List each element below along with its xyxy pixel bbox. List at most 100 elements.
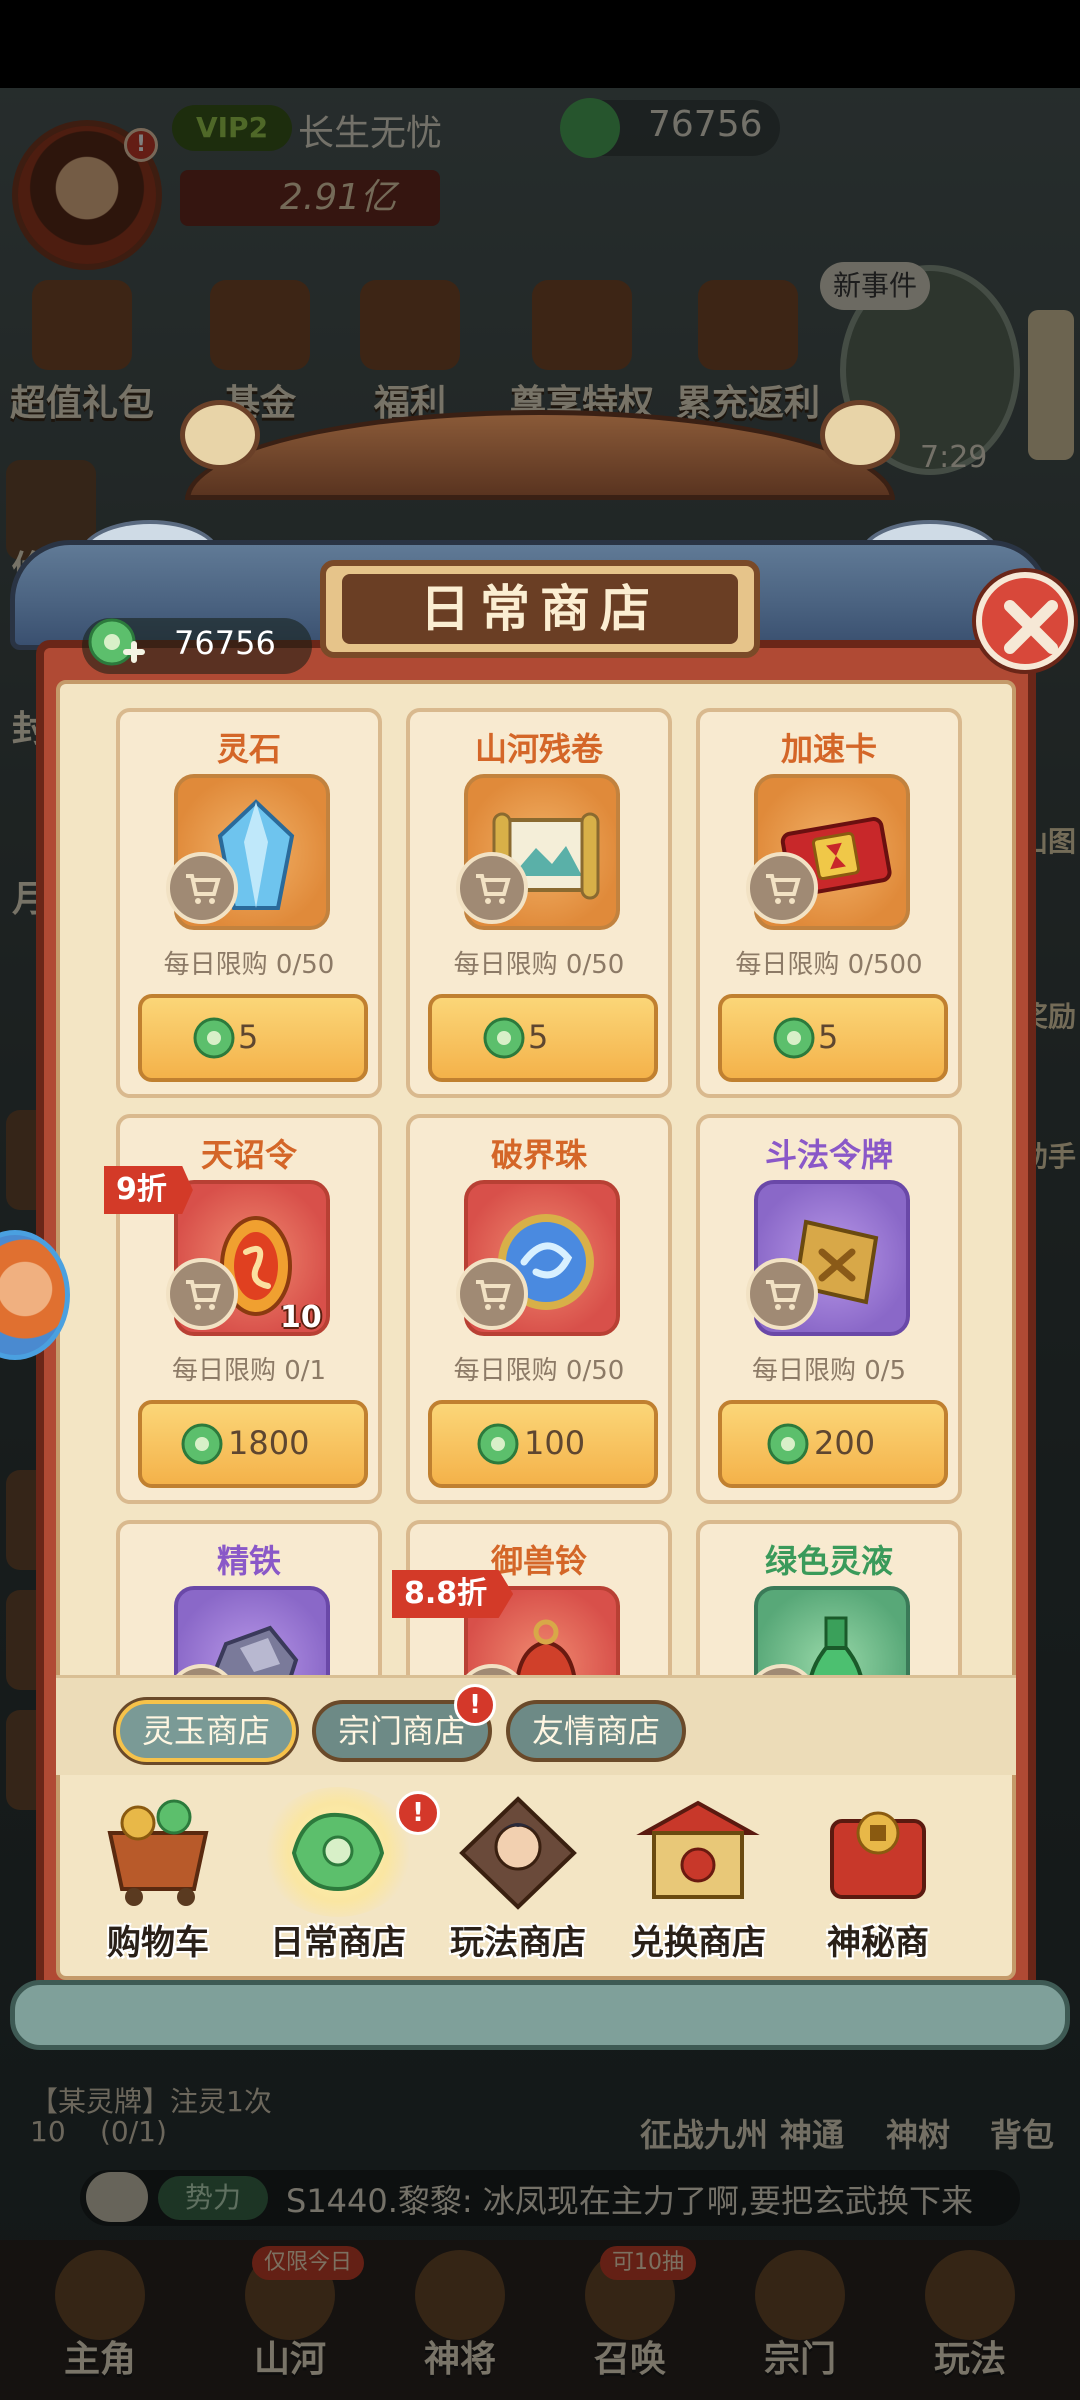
avatar-alert-badge: !	[124, 128, 158, 162]
item-grid[interactable]: 灵石 每日限购 0/50 5 山河残卷 每日限购 0/50 5 加速卡 每日限购…	[56, 690, 1016, 1675]
buy-button[interactable]: 100	[428, 1400, 658, 1488]
nav-label: 主角	[63, 2339, 136, 2380]
shop-title: 日常商店	[420, 579, 660, 638]
link-skills[interactable]: 神通	[780, 2110, 844, 2156]
nav-label: 神将	[423, 2339, 496, 2380]
purchase-limit: 每日限购 0/50	[453, 1356, 625, 1386]
buy-button[interactable]: 5	[138, 994, 368, 1082]
chat-bubble-icon[interactable]	[86, 2172, 148, 2222]
jade-currency-icon	[767, 1423, 809, 1465]
shop-type-nav: 购物车 日常商店 ! 玩法商店 兑换商店 神秘商	[56, 1775, 1016, 1980]
cart-icon	[746, 852, 818, 924]
buy-button[interactable]: 5	[718, 994, 948, 1082]
buy-button[interactable]: 1800	[138, 1400, 368, 1488]
mystery-shop-icon	[830, 1811, 926, 1899]
shop-item-card[interactable]: 绿色灵液	[696, 1520, 962, 1675]
jade-currency-icon	[560, 98, 620, 158]
iron-ore-icon	[211, 1625, 299, 1675]
purchase-limit: 每日限购 0/50	[163, 950, 335, 980]
new-event-tag: 新事件	[820, 262, 930, 310]
shop-nav-exchange[interactable]: 兑换商店	[612, 1793, 784, 1973]
nav-label: 召唤	[593, 2339, 666, 2380]
balance-amount: 76756	[174, 624, 276, 662]
nav-badge-today: 仅限今日	[252, 2246, 365, 2280]
shop-nav-mystery[interactable]: 神秘商	[792, 1793, 964, 1973]
discount-tag: 9折	[104, 1166, 193, 1214]
item-name: 绿色灵液	[764, 1542, 893, 1580]
cart-icon	[456, 852, 528, 924]
item-name: 加速卡	[780, 730, 877, 768]
shop-nav-label: 购物车	[107, 1923, 209, 1963]
purchase-limit: 每日限购 0/1	[171, 1356, 327, 1386]
tab-jade-shop[interactable]: 灵玉商店	[116, 1700, 296, 1762]
shop-item-card[interactable]: 斗法令牌 每日限购 0/5 200	[696, 1114, 962, 1504]
shop-item-card[interactable]: 破界珠 每日限购 0/50 100	[406, 1114, 672, 1504]
buy-button[interactable]: 5	[428, 994, 658, 1082]
link-tree[interactable]: 神树	[886, 2110, 950, 2156]
combat-power: 2.91亿	[180, 170, 440, 226]
daily-shop-icon	[291, 1812, 385, 1892]
item-name: 精铁	[216, 1542, 281, 1580]
item-name: 破界珠	[490, 1136, 587, 1174]
item-name: 山河残卷	[474, 730, 603, 768]
buy-button[interactable]: 200	[718, 1400, 948, 1488]
discount-tag: 8.8折	[392, 1570, 514, 1618]
event-timer: 7:29	[920, 440, 988, 475]
item-name: 斗法令牌	[764, 1136, 893, 1174]
nav-sect[interactable]: 宗门	[740, 2250, 860, 2382]
roof-ornament-left	[180, 400, 260, 470]
menu-welfare[interactable]: 福利	[360, 280, 460, 426]
price: 5	[238, 1018, 259, 1056]
quest-number: 10	[30, 2115, 66, 2148]
nav-generals[interactable]: 神将	[400, 2250, 520, 2382]
nav-label: 山河	[253, 2339, 326, 2380]
side-tab[interactable]	[1028, 310, 1074, 460]
roof-ornament-right	[820, 400, 900, 470]
beast-bell-icon	[516, 1619, 576, 1675]
menu-recharge-rebate[interactable]: 累充返利	[676, 280, 820, 426]
shop-item-card[interactable]: 精铁	[116, 1520, 382, 1675]
jade-currency-icon	[483, 1017, 525, 1059]
quest-text[interactable]: 【某灵牌】注灵1次	[30, 2080, 272, 2120]
chat-channel-tag: 势力	[158, 2176, 268, 2220]
jade-currency-icon	[477, 1423, 519, 1465]
shop-nav-cart[interactable]: 购物车	[72, 1793, 244, 1973]
item-frame	[754, 1586, 910, 1675]
nav-gameplay[interactable]: 玩法	[910, 2250, 1030, 2382]
link-bag[interactable]: 背包	[990, 2110, 1054, 2156]
close-icon	[1004, 600, 1058, 654]
shop-item-card[interactable]: 山河残卷 每日限购 0/50 5	[406, 708, 672, 1098]
chat-message: S1440.黎黎: 冰凤现在主力了啊,要把玄武换下来	[286, 2182, 974, 2220]
vip-badge[interactable]: VIP2	[172, 105, 292, 151]
menu-label: 超值礼包	[10, 383, 155, 424]
player-name: 长生无忧	[298, 113, 443, 154]
nav-label: 玩法	[933, 2339, 1006, 2380]
item-name: 灵石	[216, 730, 281, 768]
item-quantity: 10	[280, 1300, 322, 1335]
quest-progress: (0/1)	[100, 2115, 167, 2148]
tab-alert-badge: !	[454, 1684, 496, 1726]
link-conquest[interactable]: 征战九州	[640, 2110, 768, 2156]
tab-friendship-shop[interactable]: 友情商店	[506, 1700, 686, 1762]
bottom-links: 征战九州 神通 神树 背包	[640, 2110, 1080, 2160]
nav-hero[interactable]: 主角	[40, 2250, 160, 2382]
shop-nav-alert-badge: !	[396, 1791, 440, 1835]
purchase-limit: 每日限购 0/50	[453, 950, 625, 980]
exchange-shop-icon	[636, 1800, 760, 1899]
menu-value-pack[interactable]: 超值礼包	[10, 280, 154, 426]
nav-label: 宗门	[763, 2339, 836, 2380]
shop-item-card[interactable]: 灵石 每日限购 0/50 5	[116, 708, 382, 1098]
menu-privilege[interactable]: 尊享特权	[510, 280, 654, 426]
nav-badge-draw: 可10抽	[600, 2246, 696, 2280]
shop-nav-label: 神秘商	[827, 1923, 929, 1963]
cart-icon	[746, 1258, 818, 1330]
price: 1800	[228, 1424, 310, 1462]
cart-icon	[456, 1258, 528, 1330]
jade-currency-icon[interactable]	[84, 612, 146, 674]
shop-nav-gameplay[interactable]: 玩法商店	[432, 1793, 604, 1973]
price: 200	[814, 1424, 876, 1462]
shop-item-card[interactable]: 加速卡 每日限购 0/500 5	[696, 708, 962, 1098]
close-button[interactable]	[976, 572, 1074, 670]
cart-icon	[166, 852, 238, 924]
jade-currency-icon	[181, 1423, 223, 1465]
